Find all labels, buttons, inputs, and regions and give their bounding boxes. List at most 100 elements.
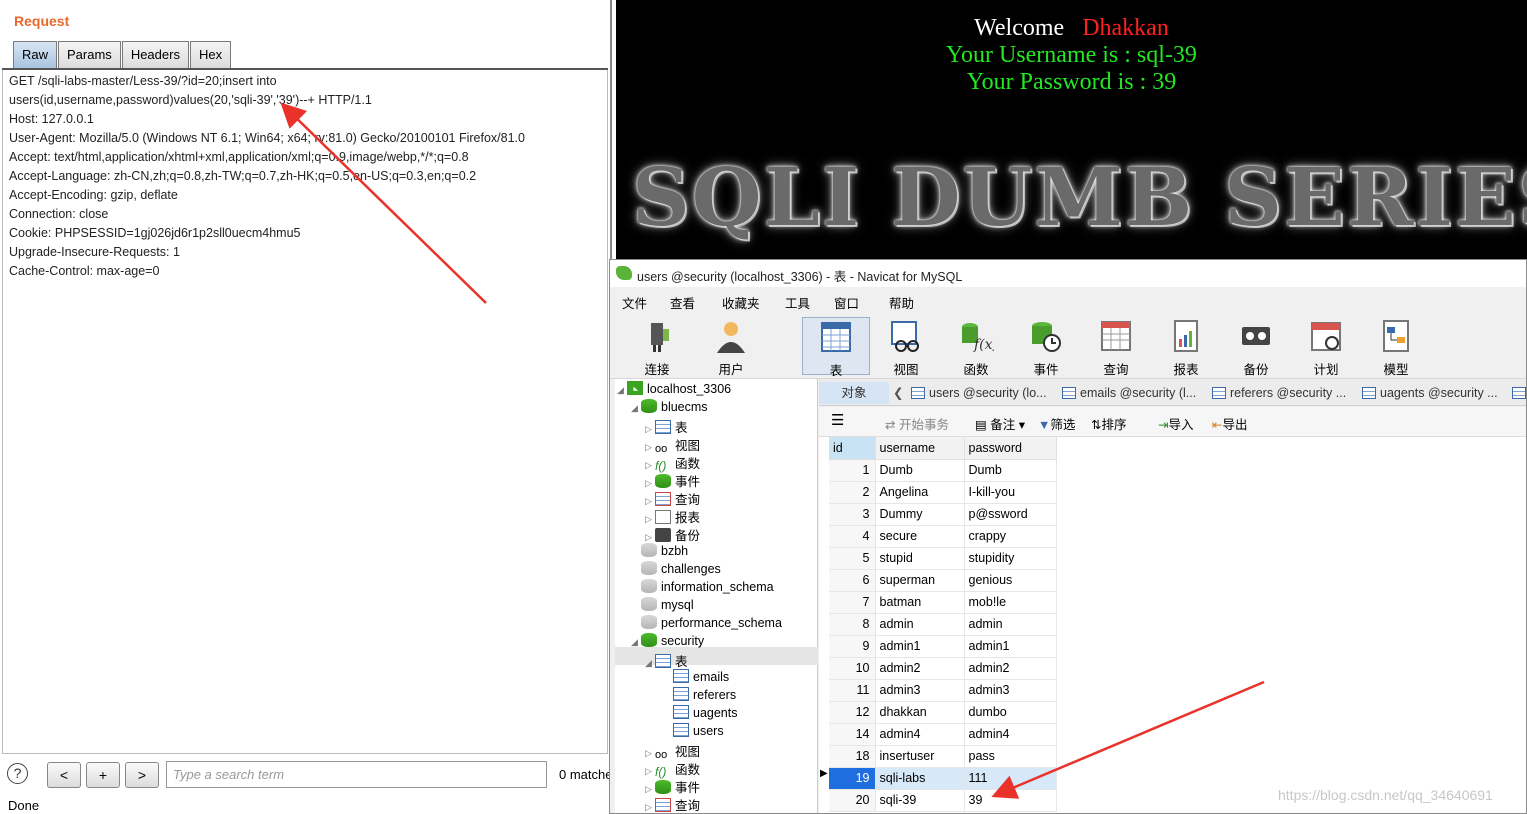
tabs-scroll-left-icon[interactable]: ❮ xyxy=(893,382,903,404)
table-row[interactable]: 14 admin4 admin4 xyxy=(829,723,1057,746)
tab-referers[interactable]: referers @security ... xyxy=(1212,382,1346,404)
tree-item[interactable]: ▷ 查询 xyxy=(645,489,700,507)
tree-item[interactable]: ▷ 事件 xyxy=(645,471,700,489)
tab-params[interactable]: Params xyxy=(58,41,121,68)
request-line[interactable]: GET /sqli-labs-master/Less-39/?id=20;ins… xyxy=(9,74,277,88)
table-row[interactable]: 11 admin3 admin3 xyxy=(829,679,1057,702)
request-line[interactable]: Cookie: PHPSESSID=1gj026jd6r1p2sll0uecm4… xyxy=(9,226,301,240)
column-header-username[interactable]: username xyxy=(875,437,965,460)
tree-item[interactable]: ▷ 备份 xyxy=(645,525,700,543)
tab-headers[interactable]: Headers xyxy=(121,41,189,68)
request-line[interactable]: Accept: text/html,application/xhtml+xml,… xyxy=(9,150,469,164)
tab-more-icon[interactable] xyxy=(1512,382,1526,404)
toolbar-query-button[interactable]: 查询 xyxy=(1082,317,1150,377)
table-row[interactable]: 7 batman mob!le xyxy=(829,591,1057,614)
toolbar-user-button[interactable]: 用户 xyxy=(697,317,765,377)
table-row[interactable]: 12 dhakkan dumbo xyxy=(829,701,1057,724)
tree-table-referers[interactable]: referers xyxy=(673,687,736,705)
tree-db[interactable]: information_schema xyxy=(641,579,774,597)
request-line[interactable]: users(id,username,password)values(20,'sq… xyxy=(9,93,372,107)
request-line[interactable]: Connection: close xyxy=(9,207,108,221)
request-line[interactable]: Accept-Language: zh-CN,zh;q=0.8,zh-TW;q=… xyxy=(9,169,476,183)
tree-connection[interactable]: ◢ localhost_3306 xyxy=(617,381,731,399)
tree-item[interactable]: ▷ 查询 xyxy=(645,795,700,813)
report-icon xyxy=(1174,320,1198,352)
tree-table-users[interactable]: users xyxy=(673,723,724,741)
tree-table-uagents[interactable]: uagents xyxy=(673,705,737,723)
table-row-selected[interactable]: 19 sqli-labs 111 xyxy=(829,767,1057,790)
tab-emails[interactable]: emails @security (l... xyxy=(1062,382,1196,404)
table-row[interactable]: 5 stupid stupidity xyxy=(829,547,1057,570)
tree-db[interactable]: performance_schema xyxy=(641,615,782,633)
search-input[interactable]: Type a search term xyxy=(166,761,547,788)
toolbar-view-button[interactable]: 视图 xyxy=(872,317,940,377)
tree-item[interactable]: ▷ 报表 xyxy=(645,507,700,525)
toolbar-backup-button[interactable]: 备份 xyxy=(1222,317,1290,377)
tab-hex[interactable]: Hex xyxy=(189,41,232,68)
next-button[interactable]: > xyxy=(125,762,159,788)
menu-window[interactable]: 窗口 xyxy=(834,293,859,312)
tree-db[interactable]: bzbh xyxy=(641,543,688,561)
request-editor[interactable]: GET /sqli-labs-master/Less-39/?id=20;ins… xyxy=(2,70,608,754)
tree-db[interactable]: challenges xyxy=(641,561,721,579)
begin-transaction-button[interactable]: ⇄ 开始事务 xyxy=(885,414,949,433)
previous-button[interactable]: < xyxy=(47,762,81,788)
tree-db-bluecms[interactable]: ◢ bluecms xyxy=(631,399,708,417)
burp-request-pane: Request Raw Params Headers Hex GET /sqli… xyxy=(0,0,619,814)
request-line[interactable]: Host: 127.0.0.1 xyxy=(9,112,94,126)
table-row[interactable]: 1 Dumb Dumb xyxy=(829,459,1057,482)
tree-item[interactable]: ▷ oo 视图 xyxy=(645,435,700,455)
table-row[interactable]: 10 admin2 admin2 xyxy=(829,657,1057,680)
tree-db[interactable]: mysql xyxy=(641,597,694,615)
request-line[interactable]: User-Agent: Mozilla/5.0 (Windows NT 6.1;… xyxy=(9,131,525,145)
toolbar-label: 备份 xyxy=(1243,363,1269,377)
toolbar-connect-button[interactable]: 连接 xyxy=(623,317,691,377)
tree-db-security[interactable]: ◢ security xyxy=(631,633,704,651)
menu-view[interactable]: 查看 xyxy=(670,293,695,312)
plug-icon xyxy=(651,323,669,352)
tree-table-emails[interactable]: emails xyxy=(673,669,729,687)
help-icon[interactable]: ? xyxy=(7,763,28,784)
toolbar-table-button[interactable]: 表 xyxy=(802,317,870,378)
menu-help[interactable]: 帮助 xyxy=(889,293,914,312)
toolbar-schedule-button[interactable]: 计划 xyxy=(1292,317,1360,377)
column-header-password[interactable]: password xyxy=(964,437,1057,460)
table-row[interactable]: 18 insertuser pass xyxy=(829,745,1057,768)
tab-users[interactable]: users @security (lo... xyxy=(911,382,1047,404)
toolbar-report-button[interactable]: 报表 xyxy=(1152,317,1220,377)
note-button[interactable]: ▤ 备注 ▾ xyxy=(975,414,1025,433)
request-line[interactable]: Cache-Control: max-age=0 xyxy=(9,264,159,278)
table-row[interactable]: 9 admin1 admin1 xyxy=(829,635,1057,658)
tree-item[interactable]: ▷ f() 函数 xyxy=(645,759,700,779)
toolbar-model-button[interactable]: 模型 xyxy=(1362,317,1430,377)
tree-tables-node[interactable]: ◢ 表 xyxy=(645,651,688,669)
menu-favorites[interactable]: 收藏夹 xyxy=(722,293,760,312)
toolbar-event-button[interactable]: 事件 xyxy=(1012,317,1080,377)
filter-button[interactable]: ▼筛选 xyxy=(1038,414,1075,433)
request-tabs: Raw Params Headers Hex xyxy=(13,41,232,68)
import-button[interactable]: ⇥导入 xyxy=(1158,414,1194,433)
tree-item[interactable]: ▷ f() 函数 xyxy=(645,453,700,473)
tree-item[interactable]: ▷ 事件 xyxy=(645,777,700,795)
toolbar-function-button[interactable]: f(x) 函数 xyxy=(942,317,1010,377)
table-row[interactable]: 20 sqli-39 39 xyxy=(829,789,1057,812)
column-header-id[interactable]: id xyxy=(829,437,876,460)
tree-item[interactable]: ▷ 表 xyxy=(645,417,688,435)
table-row[interactable]: 6 superman genious xyxy=(829,569,1057,592)
tree-item[interactable]: ▷ oo 视图 xyxy=(645,741,700,761)
tab-objects[interactable]: 对象 xyxy=(819,382,889,404)
menu-icon[interactable]: ☰ xyxy=(831,411,844,429)
request-line[interactable]: Upgrade-Insecure-Requests: 1 xyxy=(9,245,180,259)
table-row[interactable]: 3 Dummy p@ssword xyxy=(829,503,1057,526)
add-button[interactable]: + xyxy=(86,762,120,788)
menu-tools[interactable]: 工具 xyxy=(785,293,810,312)
sort-button[interactable]: ⇅排序 xyxy=(1091,414,1127,433)
tab-raw[interactable]: Raw xyxy=(13,41,58,68)
table-row[interactable]: 4 secure crappy xyxy=(829,525,1057,548)
table-row[interactable]: 2 Angelina I-kill-you xyxy=(829,481,1057,504)
export-button[interactable]: ⇤导出 xyxy=(1212,414,1248,433)
tab-uagents[interactable]: uagents @security ... xyxy=(1362,382,1498,404)
menu-file[interactable]: 文件 xyxy=(622,293,647,312)
request-line[interactable]: Accept-Encoding: gzip, deflate xyxy=(9,188,178,202)
table-row[interactable]: 8 admin admin xyxy=(829,613,1057,636)
